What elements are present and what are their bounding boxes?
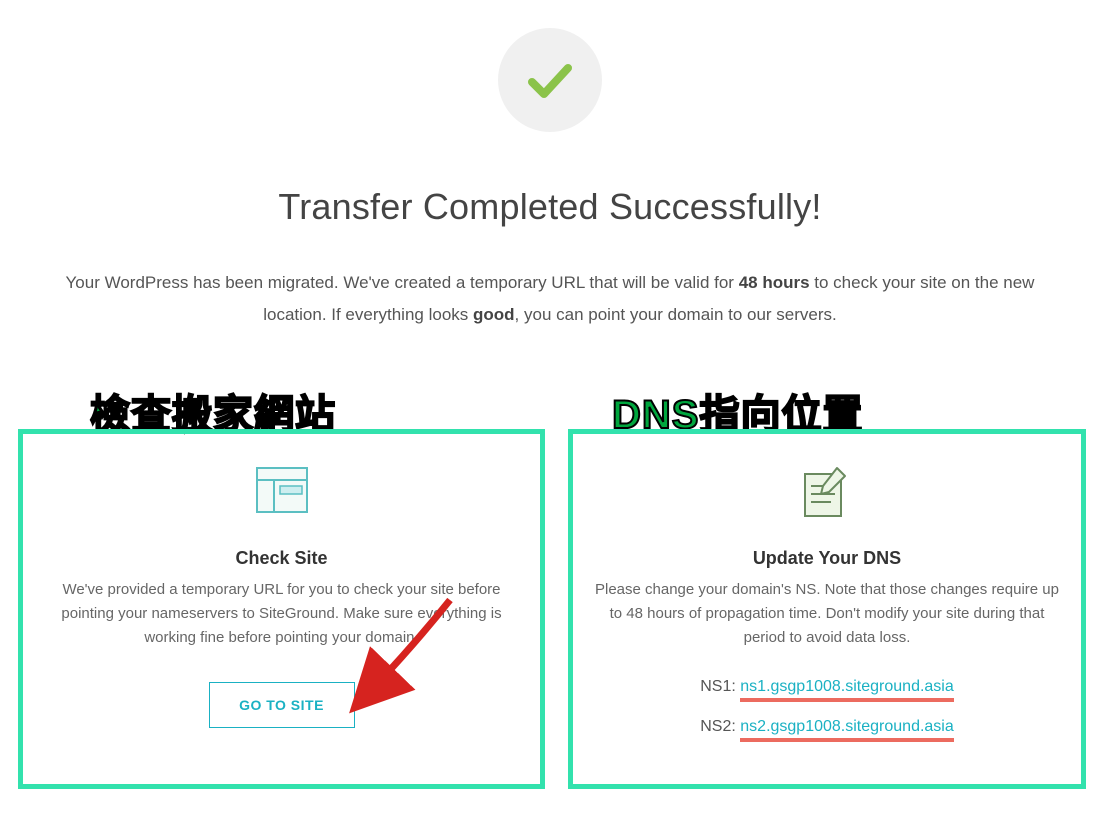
ns2-label: NS2:	[700, 718, 736, 735]
check-site-body: We've provided a temporary URL for you t…	[43, 578, 520, 650]
ns1-label: NS1:	[700, 678, 736, 695]
page-title: Transfer Completed Successfully!	[0, 186, 1100, 228]
check-site-panel: Check Site We've provided a temporary UR…	[18, 429, 545, 789]
ns2-row: NS2: ns2.gsgp1008.siteground.asia	[573, 718, 1081, 736]
update-dns-panel: Update Your DNS Please change your domai…	[568, 429, 1086, 789]
site-preview-icon	[254, 464, 310, 520]
update-dns-body: Please change your domain's NS. Note tha…	[593, 578, 1061, 650]
ns1-value[interactable]: ns1.gsgp1008.siteground.asia	[740, 678, 954, 696]
ns1-row: NS1: ns1.gsgp1008.siteground.asia	[573, 678, 1081, 696]
ns2-value[interactable]: ns2.gsgp1008.siteground.asia	[740, 718, 954, 736]
update-dns-heading: Update Your DNS	[573, 548, 1081, 569]
edit-note-icon	[799, 464, 855, 520]
success-check-icon	[498, 28, 602, 132]
go-to-site-button[interactable]: GO TO SITE	[209, 682, 355, 728]
check-site-heading: Check Site	[23, 548, 540, 569]
page-subtitle: Your WordPress has been migrated. We've …	[60, 267, 1040, 331]
